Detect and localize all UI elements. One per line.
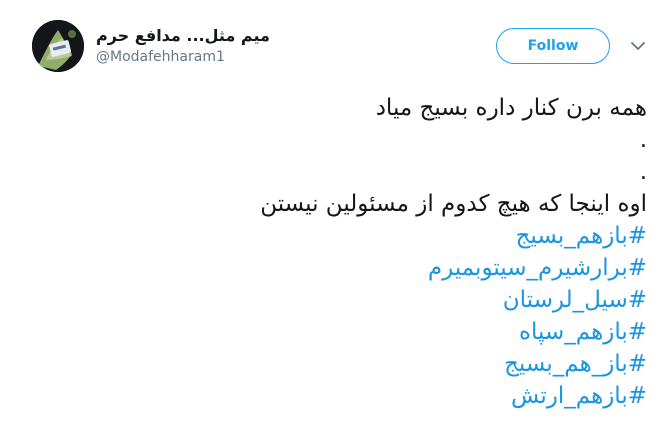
hashtag-link[interactable]: #بازهم_ارتش xyxy=(27,380,647,412)
user-handle[interactable]: @Modafehharam1 xyxy=(96,49,225,65)
avatar-image xyxy=(32,20,84,72)
tweet-dot-line: . xyxy=(639,159,647,185)
tweet-text: همه برن کنار داره بسیج میاد . . اوه اینج… xyxy=(27,92,647,412)
hashtag-link[interactable]: #بازهم_بسیج xyxy=(27,220,647,252)
tweet-line: اوه اینجا که هیچ کدوم از مسئولین نیستن xyxy=(260,191,647,217)
hashtag-link[interactable]: #باز_هم_بسیج xyxy=(27,348,647,380)
avatar[interactable] xyxy=(32,20,84,72)
hashtag-link[interactable]: #سیل_لرستان xyxy=(27,284,647,316)
tweet-card: میم مثل... مدافع حرم @Modafehharam1 Foll… xyxy=(0,0,667,440)
hashtag-link[interactable]: #برارشیرم_سیتوبمیرم xyxy=(27,252,647,284)
follow-button[interactable]: Follow xyxy=(496,28,610,64)
tweet-dot-line: . xyxy=(639,127,647,153)
display-name[interactable]: میم مثل... مدافع حرم xyxy=(96,26,270,45)
chevron-down-icon[interactable] xyxy=(630,40,646,52)
hashtag-link[interactable]: #بازهم_سپاه xyxy=(27,316,647,348)
tweet-line: همه برن کنار داره بسیج میاد xyxy=(375,95,647,121)
